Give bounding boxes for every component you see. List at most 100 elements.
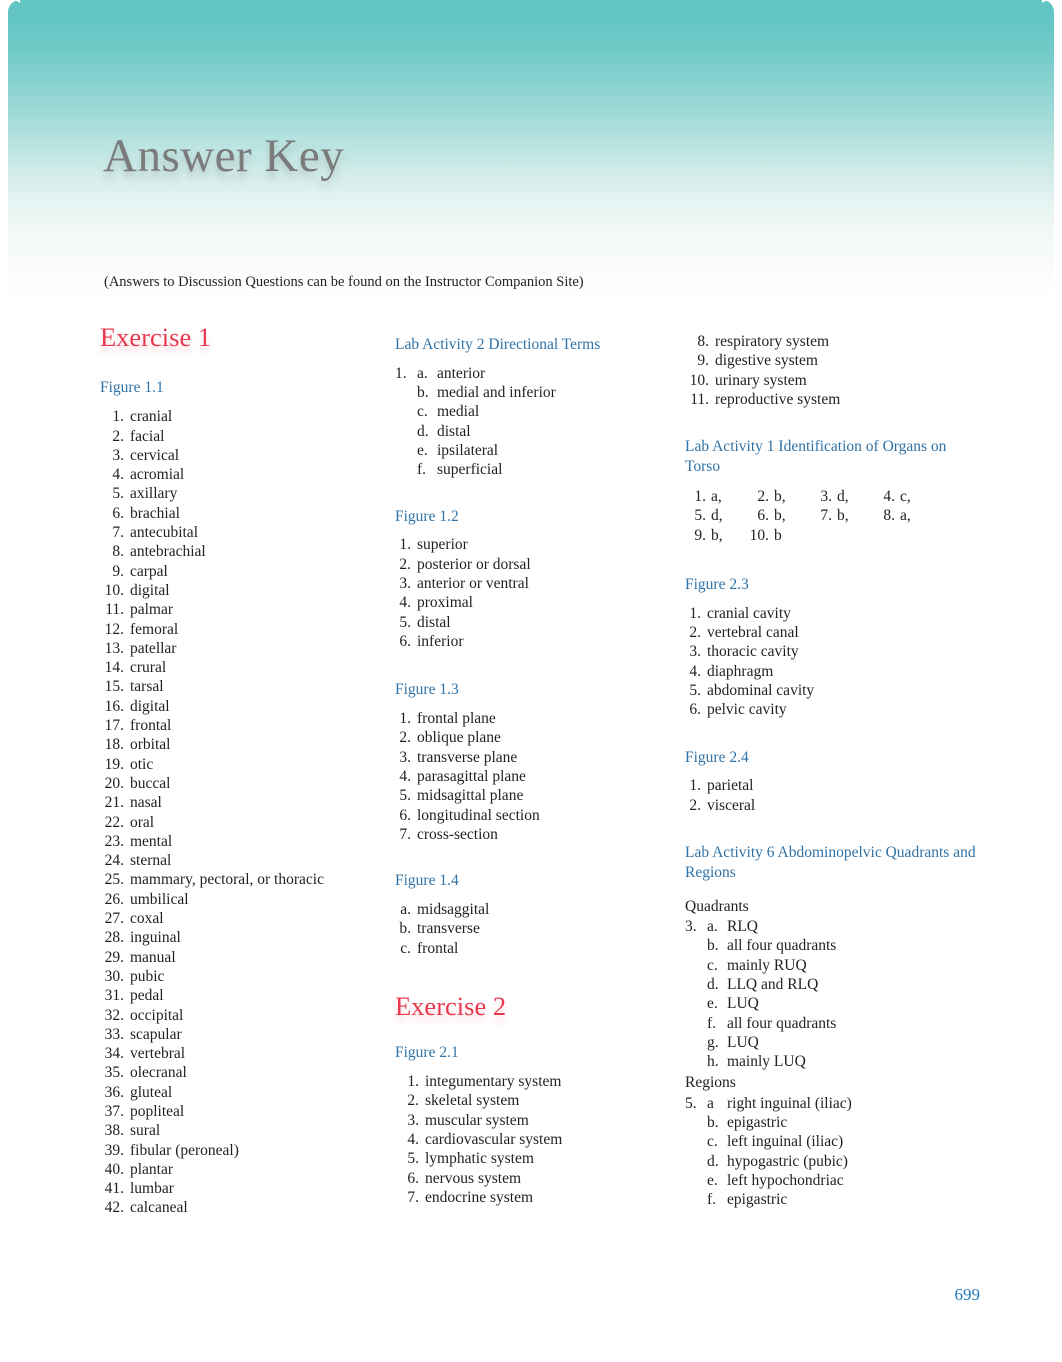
- list-item-text: visceral: [707, 796, 756, 814]
- list-item-text: oral: [130, 813, 155, 831]
- answer-number: 9.: [694, 526, 706, 544]
- figure-1-3-list: 1. frontal plane 2. oblique plane 3. transver…: [395, 709, 685, 844]
- list-item-number: 1.: [399, 536, 411, 554]
- list-item-text: midsaggital: [417, 900, 490, 918]
- answer-value: d,: [711, 507, 723, 525]
- answer-cell: 6. b,: [748, 506, 811, 525]
- list-item: 11. reproductive system: [685, 390, 985, 409]
- list-item-number: 5.: [407, 1150, 419, 1168]
- list-item: c. mainly RUQ: [685, 956, 985, 975]
- list-item-text: acromial: [130, 466, 185, 484]
- list-item-text: RLQ: [727, 918, 758, 936]
- list-item-text: distal: [437, 422, 471, 440]
- list-item: b. all four quadrants: [685, 936, 985, 955]
- list-item-number: [685, 1132, 707, 1151]
- list-item: 37. popliteal: [100, 1102, 395, 1121]
- list-item-number: 40.: [104, 1160, 124, 1178]
- list-item-number: 27.: [104, 910, 124, 928]
- answer-number: 5.: [694, 507, 706, 525]
- list-item: 12. femoral: [100, 620, 395, 639]
- list-item-text: fibular (peroneal): [130, 1141, 239, 1159]
- list-item-text: posterior or dorsal: [417, 555, 531, 573]
- list-item: e. LUQ: [685, 994, 985, 1013]
- list-item-number: 2.: [399, 555, 411, 573]
- list-item-number: 4.: [399, 767, 411, 785]
- list-item: 38. sural: [100, 1121, 395, 1140]
- list-item: 9. digestive system: [685, 351, 985, 370]
- list-item: 5. lymphatic system: [395, 1149, 685, 1168]
- column-1: Exercise 1 Figure 1.1 1. cranial 2. facial 3…: [100, 322, 395, 1218]
- list-item-text: parietal: [707, 777, 754, 795]
- list-item-number: 7.: [112, 524, 124, 542]
- list-item-text: all four quadrants: [727, 1014, 837, 1032]
- list-item-number: 7.: [407, 1188, 419, 1206]
- list-item-text: antecubital: [130, 524, 198, 542]
- list-item: 34. vertebral: [100, 1044, 395, 1063]
- exercise-1-heading: Exercise 1: [100, 322, 212, 352]
- list-item-text: crural: [130, 659, 167, 677]
- list-item-number: [395, 402, 417, 421]
- column-2: Lab Activity 2 Directional Terms 1. a. ant…: [395, 322, 685, 1218]
- list-item-number: 6.: [399, 806, 411, 824]
- list-item: d. hypogastric (pubic): [685, 1152, 985, 1171]
- list-item-text: cardiovascular system: [425, 1131, 563, 1149]
- exercise-2-heading: Exercise 2: [395, 990, 507, 1021]
- list-item-letter: b.: [707, 1114, 719, 1132]
- list-item: d. distal: [395, 422, 685, 441]
- figure-1-2-heading: Figure 1.2: [395, 507, 459, 525]
- list-item-number: b.: [399, 920, 411, 938]
- list-item-text: oblique plane: [417, 729, 501, 747]
- list-item: f. epigastric: [685, 1190, 985, 1209]
- list-item-number: 30.: [104, 967, 124, 985]
- list-item-text: popliteal: [130, 1102, 185, 1120]
- list-item-number: 42.: [104, 1199, 124, 1217]
- list-item-number: [685, 994, 707, 1013]
- list-item: b. transverse: [395, 919, 685, 938]
- list-item-number: 33.: [104, 1025, 124, 1043]
- list-item: 4. proximal: [395, 593, 685, 612]
- list-item-number: 2.: [407, 1092, 419, 1110]
- page-number: 699: [954, 1285, 981, 1304]
- list-item-letter: f.: [707, 1191, 717, 1209]
- figure-2-1-heading: Figure 2.1: [395, 1044, 459, 1062]
- list-item-text: frontal: [417, 939, 459, 957]
- list-item: e. left hypochondriac: [685, 1171, 985, 1190]
- list-item-number: 2.: [689, 796, 701, 814]
- answer-cell: 1. a,: [685, 487, 748, 506]
- list-item: 21. nasal: [100, 793, 395, 812]
- list-item: 1. frontal plane: [395, 709, 685, 728]
- list-item: 24. sternal: [100, 851, 395, 870]
- lab-activity-1-heading: Lab Activity 1 Identification of Organs …: [685, 438, 947, 476]
- list-item: 10. digital: [100, 581, 395, 600]
- list-item: 32. occipital: [100, 1006, 395, 1025]
- list-item: c. left inguinal (iliac): [685, 1132, 985, 1151]
- list-item-letter: h.: [707, 1053, 719, 1071]
- list-item-number: 10.: [104, 581, 124, 599]
- list-item-text: orbital: [130, 736, 171, 754]
- list-item: 5. distal: [395, 613, 685, 632]
- list-item-text: lumbar: [130, 1180, 174, 1198]
- list-item-number: 6.: [689, 701, 701, 719]
- lab-activity-6-heading: Lab Activity 6 Abdominopelvic Quadrants …: [685, 844, 976, 881]
- list-item-number: 8.: [112, 543, 124, 561]
- list-item: 1. superior: [395, 535, 685, 554]
- list-item-text: epigastric: [727, 1191, 788, 1209]
- list-item-text: mammary, pectoral, or thoracic: [130, 871, 324, 889]
- list-item-number: 13.: [104, 639, 124, 657]
- list-item-number: [685, 1152, 707, 1171]
- list-item-number: 11.: [690, 390, 709, 408]
- list-item-letter: e.: [707, 995, 718, 1013]
- list-item-number: 12.: [104, 620, 124, 638]
- list-item: 13. patellar: [100, 639, 395, 658]
- list-item: e. ipsilateral: [395, 441, 685, 460]
- list-item: h. mainly LUQ: [685, 1052, 985, 1071]
- figure-2-4-list: 1. parietal 2. visceral: [685, 776, 985, 815]
- figure-1-1-heading: Figure 1.1: [100, 379, 164, 397]
- list-item-number: [685, 1113, 707, 1132]
- answer-cell: 7. b,: [811, 506, 874, 525]
- list-item-number: 4.: [689, 662, 701, 680]
- list-item-number: 1.: [689, 777, 701, 795]
- list-item-number: [395, 383, 417, 402]
- list-item-number: 1.: [395, 364, 407, 382]
- list-item-text: inferior: [417, 632, 464, 650]
